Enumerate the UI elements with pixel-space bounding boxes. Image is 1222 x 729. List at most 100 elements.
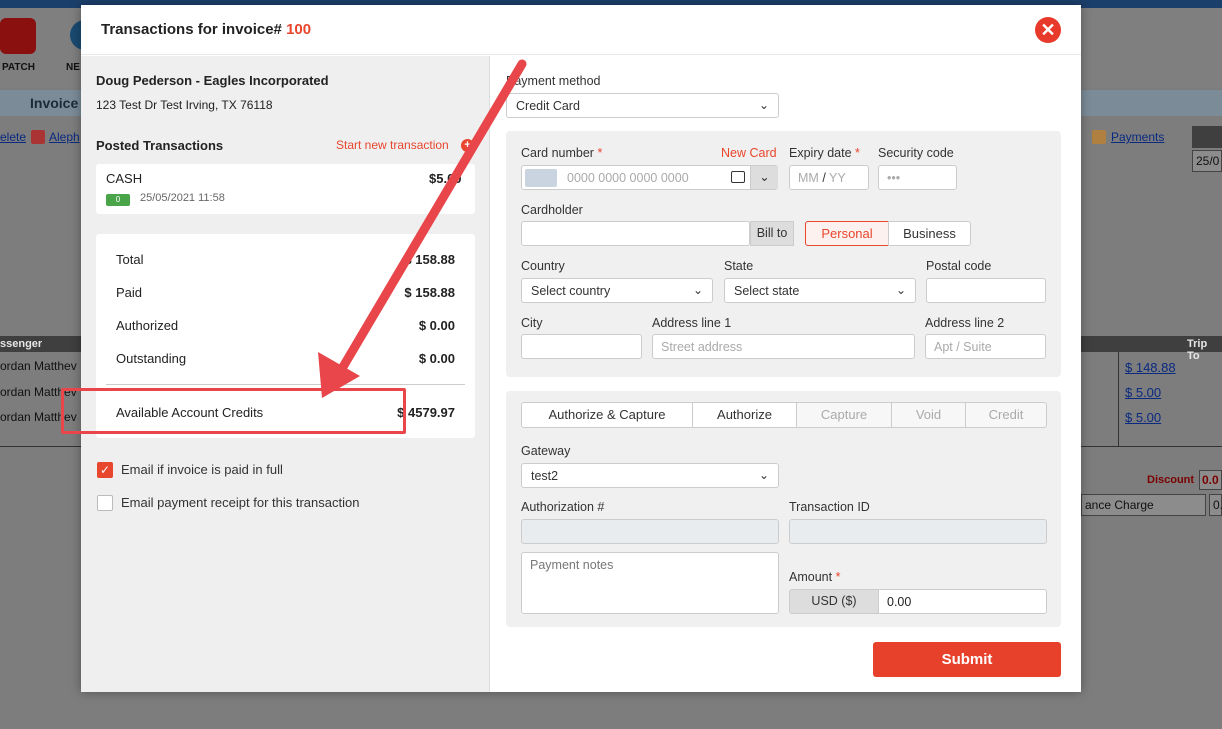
finance-charge-value[interactable]: 0. [1209,494,1222,516]
toolbar-item-network[interactable]: NE [66,62,80,73]
modal-header: Transactions for invoice# 100 ✕ [81,5,1081,55]
chevron-down-icon: ⌄ [758,98,769,112]
tab-authorize[interactable]: Authorize [692,402,797,428]
gateway-value: test2 [531,469,559,483]
personal-toggle[interactable]: Personal [805,221,889,246]
address-line2-label: Address line 2 [925,316,1005,330]
security-code-input[interactable]: ••• [878,165,957,190]
tab-authorize-capture[interactable]: Authorize & Capture [521,402,693,428]
totals-divider [106,384,465,385]
submit-button[interactable]: Submit [873,642,1061,677]
authorized-value: $ 0.00 [418,318,455,333]
amount-input[interactable]: 0.00 [878,589,1047,614]
plus-circle-icon[interactable]: + [461,139,474,152]
trip-total-link[interactable]: $ 5.00 [1125,410,1161,425]
address-line1-label: Address line 1 [652,316,732,330]
country-label: Country [521,259,565,273]
state-value: Select state [734,284,800,298]
cardholder-label: Cardholder [521,203,583,217]
gateway-select[interactable]: test2 ⌄ [521,463,779,488]
postal-code-input[interactable] [926,278,1046,303]
annotation-highlight-box [61,388,406,434]
payment-notes-textarea[interactable]: Payment notes [521,552,779,614]
email-paid-full-checkbox[interactable]: ✓ [97,462,113,478]
city-label: City [521,316,543,330]
card-details-panel: Card number * New Card 0000 0000 0000 00… [506,131,1061,377]
bg-date-field: 25/0 [1192,150,1222,172]
delete-link[interactable]: elete [0,130,26,144]
state-select[interactable]: Select state ⌄ [724,278,916,303]
address-line1-input[interactable]: Street address [652,334,915,359]
paid-label: Paid [116,285,143,300]
email-paid-full-label: Email if invoice is paid in full [121,462,283,477]
payment-method-select[interactable]: Credit Card ⌄ [506,93,779,118]
id-card-icon[interactable] [731,171,745,183]
chevron-down-icon[interactable]: ⌄ [750,166,778,189]
close-icon[interactable]: ✕ [1035,17,1061,43]
business-toggle[interactable]: Business [888,221,971,246]
aleph-link[interactable]: Aleph [49,130,80,144]
card-number-input[interactable]: 0000 0000 0000 0000 ⌄ [521,165,778,190]
modal-title: Transactions for invoice# 100 [101,21,311,38]
expiry-date-label: Expiry date * [789,146,860,160]
left-pane: Doug Pederson - Eagles Incorporated 123 … [81,56,490,692]
payments-icon [1092,130,1106,144]
amount-label: Amount * [789,570,841,584]
outstanding-label: Outstanding [116,351,187,366]
payment-method-value: Credit Card [516,99,580,113]
table-row: ordan Matthev [0,359,77,373]
cardholder-input[interactable] [521,221,750,246]
state-label: State [724,259,754,273]
city-input[interactable] [521,334,642,359]
authorization-number-label: Authorization # [521,500,605,514]
expiry-date-input[interactable]: MM / YY [789,165,869,190]
tab-void[interactable]: Void [891,402,966,428]
chevron-down-icon: ⌄ [692,283,703,297]
gateway-label: Gateway [521,444,571,458]
chevron-down-icon: ⌄ [758,468,769,482]
start-new-transaction-link[interactable]: Start new transaction [336,138,449,152]
trip-total-link[interactable]: $ 148.88 [1125,360,1176,375]
chevron-down-icon: ⌄ [895,283,906,297]
column-divider [1118,352,1119,447]
transaction-amount: $5.00 [429,171,462,186]
card-number-placeholder: 0000 0000 0000 0000 [567,171,689,185]
payment-method-label: Payment method [506,74,601,88]
transactions-modal: Transactions for invoice# 100 ✕ Doug Ped… [61,5,1081,692]
trip-total-column-header: Trip To [1187,338,1208,362]
paid-value: $ 158.88 [404,285,455,300]
discount-field[interactable]: 0.0 [1199,470,1222,490]
authorized-label: Authorized [116,318,179,333]
payments-link[interactable]: Payments [1111,130,1164,144]
trip-total-link[interactable]: $ 5.00 [1125,385,1161,400]
aleph-icon [31,130,45,144]
dispatch-car-icon[interactable] [0,18,36,54]
tab-credit[interactable]: Credit [965,402,1047,428]
customer-address: 123 Test Dr Test Irving, TX 76118 [96,98,273,112]
security-code-label: Security code [878,146,954,160]
transaction-id-label: Transaction ID [789,500,870,514]
address-line2-input[interactable]: Apt / Suite [925,334,1046,359]
bg-date-header [1192,126,1222,148]
passenger-column-header: ssenger [0,338,43,350]
email-receipt-label: Email payment receipt for this transacti… [121,495,360,510]
invoice-heading: Invoice [30,95,79,111]
discount-label: Discount [1147,474,1195,486]
email-receipt-checkbox[interactable] [97,495,113,511]
toolbar-item-dispatch[interactable]: PATCH [2,62,35,73]
authorization-number-input [521,519,779,544]
right-pane: Payment method Credit Card ⌄ Card number… [491,56,1081,692]
finance-charge-field: ance Charge [1081,494,1206,516]
transaction-id-input [789,519,1047,544]
tab-capture[interactable]: Capture [796,402,892,428]
bill-to-addon: Bill to [750,221,794,246]
transaction-date: 25/05/2021 11:58 [140,192,225,204]
new-card-link[interactable]: New Card [721,146,777,160]
credit-card-icon [525,169,557,187]
country-select[interactable]: Select country ⌄ [521,278,713,303]
transaction-card[interactable]: CASH $5.00 0 25/05/2021 11:58 [96,164,475,214]
transaction-panel: Authorize & Capture Authorize Capture Vo… [506,391,1061,627]
transaction-type: CASH [106,171,143,186]
cash-money-icon: 0 [106,194,130,206]
invoice-number: 100 [286,21,312,38]
